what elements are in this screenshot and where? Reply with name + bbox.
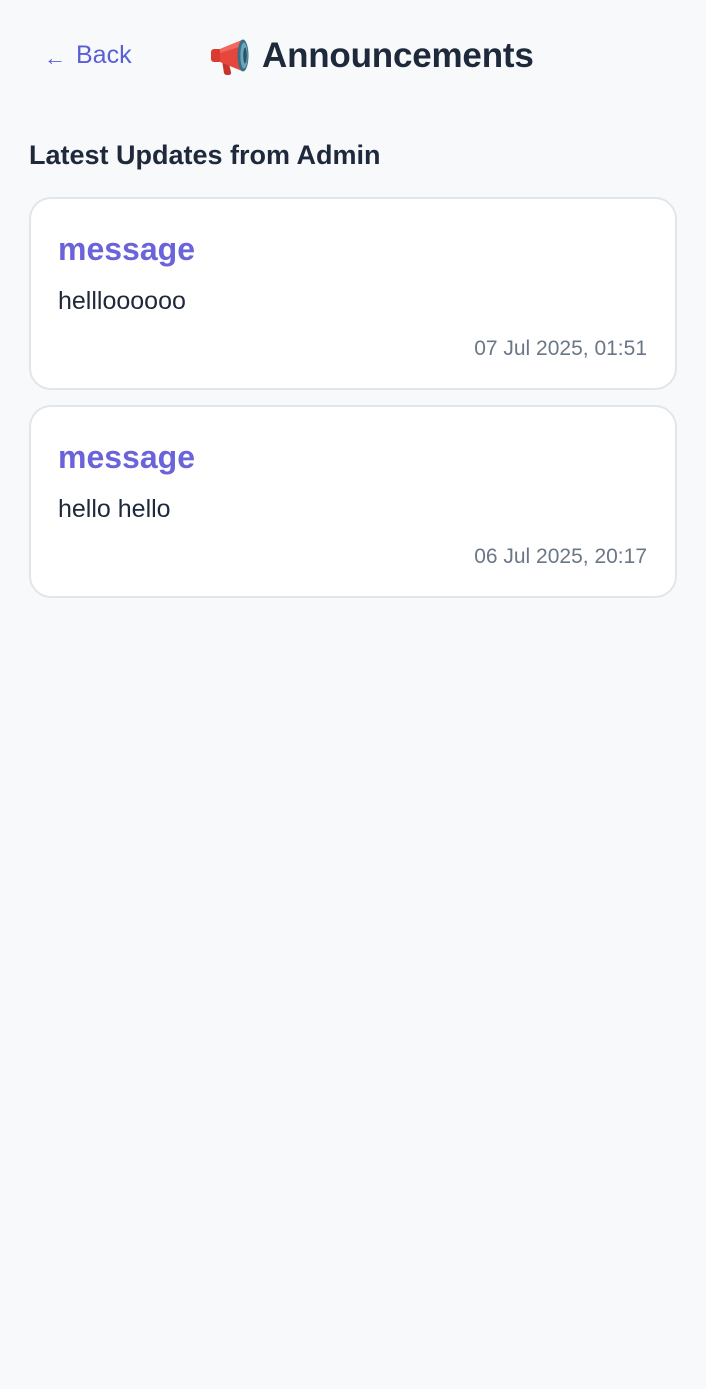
back-button[interactable]: ← Back bbox=[44, 38, 132, 72]
app-header: ← Back Announcements bbox=[0, 0, 706, 115]
page-title-group: Announcements bbox=[208, 34, 534, 78]
megaphone-icon bbox=[211, 39, 249, 75]
back-button-label: Back bbox=[76, 40, 132, 69]
announcement-list: message hellloooooo 07 Jul 2025, 01:51 m… bbox=[29, 197, 677, 613]
announcement-card: message hello hello 06 Jul 2025, 20:17 bbox=[29, 405, 677, 598]
section-heading: Latest Updates from Admin bbox=[29, 140, 381, 170]
announcement-body: hellloooooo bbox=[58, 287, 186, 315]
announcement-title: message bbox=[58, 439, 195, 475]
announcement-card: message hellloooooo 07 Jul 2025, 01:51 bbox=[29, 197, 677, 390]
announcement-timestamp: 07 Jul 2025, 01:51 bbox=[474, 337, 647, 360]
back-arrow-icon: ← bbox=[44, 45, 66, 70]
announcement-title: message bbox=[58, 231, 195, 267]
page-title: Announcements bbox=[262, 36, 534, 75]
announcement-body: hello hello bbox=[58, 495, 171, 523]
announcement-timestamp: 06 Jul 2025, 20:17 bbox=[474, 545, 647, 568]
